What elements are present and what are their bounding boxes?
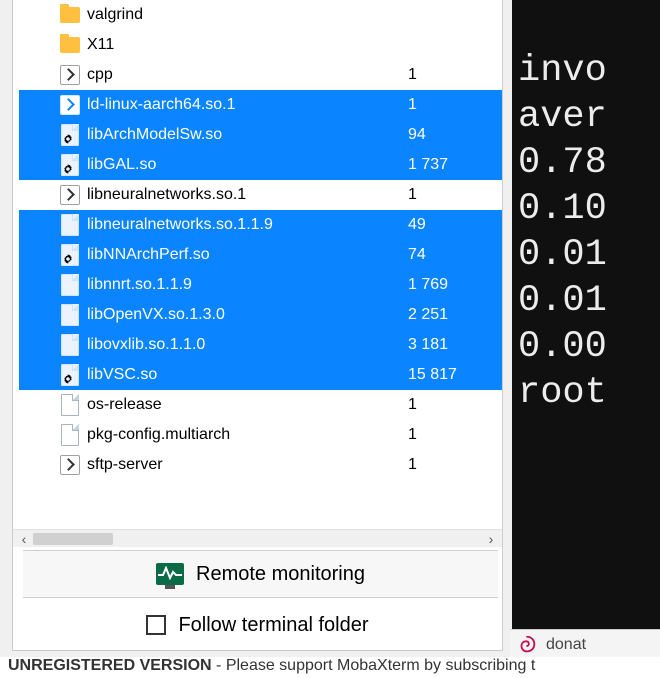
file-row[interactable]: libnnrt.so.1.1.91 769 (19, 270, 502, 300)
shortcut-icon (59, 94, 81, 116)
file-size: 94 (402, 126, 492, 144)
file-icon (59, 334, 81, 356)
shortcut-icon (59, 184, 81, 206)
gear-file-icon (59, 364, 81, 386)
file-icon (59, 304, 81, 326)
file-list[interactable]: valgrindX11cpp1ld-linux-aarch64.so.11lib… (13, 0, 502, 529)
file-size: 49 (402, 216, 492, 234)
file-name: pkg-config.multiarch (85, 426, 402, 444)
file-name: cpp (85, 66, 402, 84)
file-size: 1 (402, 96, 492, 114)
file-row[interactable]: libNNArchPerf.so74 (19, 240, 502, 270)
file-name: libVSC.so (85, 366, 402, 384)
file-name: libArchModelSw.so (85, 126, 402, 144)
monitor-icon (156, 563, 184, 585)
file-name: libneuralnetworks.so.1 (85, 186, 402, 204)
file-row[interactable]: X11 (19, 30, 502, 60)
donate-bar[interactable]: donat (510, 629, 660, 659)
file-name: libOpenVX.so.1.3.0 (85, 306, 402, 324)
follow-terminal-row[interactable]: Follow terminal folder (13, 600, 502, 650)
file-row[interactable]: libneuralnetworks.so.11 (19, 180, 502, 210)
footer-nag: UNREGISTERED VERSION - Please support Mo… (0, 657, 660, 678)
debian-swirl-icon (516, 634, 538, 656)
file-name: libGAL.so (85, 156, 402, 174)
file-name: sftp-server (85, 456, 402, 474)
file-row[interactable]: libovxlib.so.1.1.03 181 (19, 330, 502, 360)
file-size: 3 181 (402, 336, 492, 354)
horizontal-scrollbar[interactable]: ‹ › (13, 529, 502, 547)
scroll-right-arrow[interactable]: › (482, 531, 500, 547)
file-size: 2 251 (402, 306, 492, 324)
file-icon (59, 424, 81, 446)
footer-rest: - Please support MobaXterm by subscribin… (212, 657, 536, 674)
scroll-left-arrow[interactable]: ‹ (15, 531, 33, 547)
file-size: 1 (402, 456, 492, 474)
footer-bold: UNREGISTERED VERSION (8, 657, 212, 674)
gear-file-icon (59, 124, 81, 146)
file-size: 1 (402, 396, 492, 414)
shortcut-icon (59, 454, 81, 476)
terminal-output[interactable]: invo aver 0.78 0.10 0.01 0.01 0.00 root (512, 0, 660, 629)
follow-label: Follow terminal folder (178, 614, 368, 637)
folder-icon (59, 4, 81, 26)
file-name: X11 (85, 36, 402, 54)
gear-file-icon (59, 244, 81, 266)
file-row[interactable]: sftp-server1 (19, 450, 502, 480)
file-name: libnnrt.so.1.1.9 (85, 276, 402, 294)
sftp-panel: valgrindX11cpp1ld-linux-aarch64.so.11lib… (12, 0, 503, 651)
remote-monitoring-label: Remote monitoring (196, 563, 365, 586)
file-name: os-release (85, 396, 402, 414)
folder-icon (59, 34, 81, 56)
file-icon (59, 394, 81, 416)
remote-monitoring-button[interactable]: Remote monitoring (23, 550, 498, 598)
gear-file-icon (59, 154, 81, 176)
file-row[interactable]: libneuralnetworks.so.1.1.949 (19, 210, 502, 240)
file-name: libneuralnetworks.so.1.1.9 (85, 216, 402, 234)
file-row[interactable]: valgrind (19, 0, 502, 30)
file-name: libNNArchPerf.so (85, 246, 402, 264)
file-row[interactable]: pkg-config.multiarch1 (19, 420, 502, 450)
scroll-thumb[interactable] (33, 533, 113, 545)
shortcut-icon (59, 64, 81, 86)
file-row[interactable]: libVSC.so15 817 (19, 360, 502, 390)
file-row[interactable]: libArchModelSw.so94 (19, 120, 502, 150)
file-row[interactable]: ld-linux-aarch64.so.11 (19, 90, 502, 120)
file-row[interactable]: os-release1 (19, 390, 502, 420)
follow-checkbox[interactable] (146, 615, 166, 635)
file-size: 15 817 (402, 366, 492, 384)
file-size: 1 769 (402, 276, 492, 294)
file-row[interactable]: libOpenVX.so.1.3.02 251 (19, 300, 502, 330)
file-row[interactable]: cpp1 (19, 60, 502, 90)
file-icon (59, 274, 81, 296)
file-size: 1 (402, 426, 492, 444)
file-name: libovxlib.so.1.1.0 (85, 336, 402, 354)
donate-label: donat (546, 636, 586, 654)
file-size: 1 (402, 66, 492, 84)
file-name: valgrind (85, 6, 402, 24)
file-size: 1 (402, 186, 492, 204)
file-size: 74 (402, 246, 492, 264)
file-name: ld-linux-aarch64.so.1 (85, 96, 402, 114)
file-size: 1 737 (402, 156, 492, 174)
file-row[interactable]: libGAL.so1 737 (19, 150, 502, 180)
file-icon (59, 214, 81, 236)
scroll-track[interactable] (33, 533, 482, 545)
